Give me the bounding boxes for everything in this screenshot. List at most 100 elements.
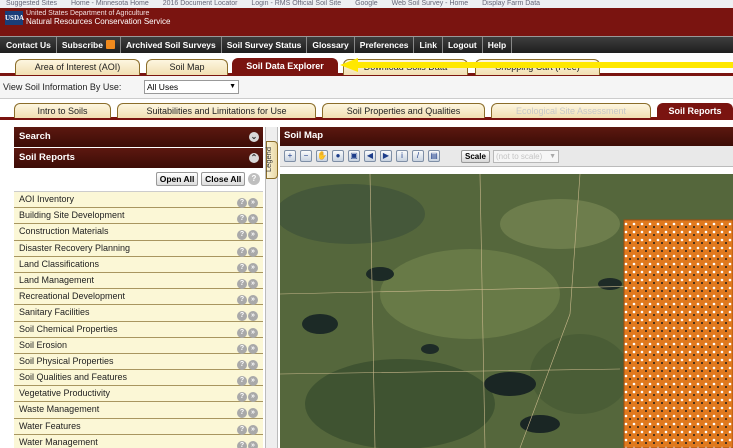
favorite-link[interactable]: Display Farm Data — [482, 0, 540, 8]
list-item[interactable]: Soil Chemical Properties?» — [14, 321, 263, 338]
collapse-icon[interactable]: ⌃ — [249, 153, 259, 163]
expand-icon[interactable]: » — [248, 262, 258, 273]
zoom-out-icon[interactable]: − — [300, 150, 312, 162]
map-canvas — [280, 174, 733, 448]
expand-icon[interactable]: » — [248, 295, 258, 306]
tab-soil-reports[interactable]: Soil Reports — [657, 103, 733, 118]
list-item[interactable]: Soil Erosion?» — [14, 337, 263, 354]
favorite-link[interactable]: Suggested Sites — [6, 0, 57, 8]
favorite-link[interactable]: Web Soil Survey - Home — [392, 0, 469, 8]
nav-archived-soil-surveys[interactable]: Archived Soil Surveys — [121, 37, 222, 53]
list-item[interactable]: Land Management?» — [14, 272, 263, 290]
help-icon[interactable]: ? — [237, 327, 247, 338]
expand-icon[interactable]: » — [248, 376, 258, 387]
nav-soil-survey-status[interactable]: Soil Survey Status — [222, 37, 308, 53]
open-all-button[interactable]: Open All — [155, 172, 199, 186]
measure-icon[interactable]: / — [412, 150, 424, 162]
expand-icon[interactable]: » — [248, 424, 258, 435]
nav-subscribe[interactable]: Subscribe — [57, 37, 121, 53]
expand-icon[interactable]: » — [248, 440, 258, 448]
back-arrow-icon[interactable]: ◀ — [364, 150, 376, 162]
expand-icon[interactable]: » — [248, 327, 258, 338]
help-icon[interactable]: ? — [237, 343, 247, 354]
expand-icon[interactable]: » — [248, 214, 258, 225]
previous-extent-icon[interactable]: ▣ — [348, 150, 360, 162]
nav-preferences[interactable]: Preferences — [355, 37, 415, 53]
tab-suitabilities-limitations[interactable]: Suitabilities and Limitations for Use — [117, 103, 316, 118]
favorite-link[interactable]: Google — [355, 0, 378, 8]
help-icon[interactable]: ? — [237, 262, 247, 273]
full-extent-icon[interactable]: ● — [332, 150, 344, 162]
expand-icon[interactable]: ⌄ — [249, 132, 259, 142]
usda-logo[interactable]: USDA — [5, 11, 24, 25]
expand-icon[interactable]: » — [248, 278, 258, 289]
tab-soil-data-explorer[interactable]: Soil Data Explorer — [232, 58, 338, 76]
expand-icon[interactable]: » — [248, 359, 258, 370]
scale-select: (not to scale) ▼ — [493, 150, 559, 163]
help-icon[interactable]: ? — [237, 198, 247, 208]
nav-logout[interactable]: Logout — [443, 37, 483, 53]
tab-intro-to-soils[interactable]: Intro to Soils — [14, 103, 111, 118]
tab-soil-properties-qualities[interactable]: Soil Properties and Qualities — [322, 103, 485, 118]
expand-icon[interactable]: » — [248, 392, 258, 403]
tab-area-of-interest[interactable]: Area of Interest (AOI) — [15, 59, 140, 75]
list-item[interactable]: Water Management?» — [14, 434, 263, 448]
soil-reports-list: AOI Inventory?» Building Site Developmen… — [14, 192, 263, 448]
expand-icon[interactable]: » — [248, 343, 258, 354]
scale-button[interactable]: Scale — [461, 150, 490, 163]
list-item[interactable]: Vegetative Productivity?» — [14, 386, 263, 403]
nav-link[interactable]: Link — [414, 37, 443, 53]
help-icon[interactable]: ? — [248, 173, 260, 185]
list-item[interactable]: Construction Materials?» — [14, 224, 263, 241]
forward-arrow-icon[interactable]: ▶ — [380, 150, 392, 162]
help-icon[interactable]: ? — [237, 214, 247, 225]
pan-hand-icon[interactable]: ✋ — [316, 150, 328, 162]
help-icon[interactable]: ? — [237, 295, 247, 306]
soil-reports-panel-header[interactable]: Soil Reports ⌃ — [14, 148, 263, 168]
list-item[interactable]: Land Classifications?» — [14, 256, 263, 273]
expand-icon[interactable]: » — [248, 198, 258, 208]
expand-icon[interactable]: » — [248, 230, 258, 241]
tab-soil-map[interactable]: Soil Map — [146, 59, 228, 75]
aoi-soil-polygons[interactable] — [624, 220, 733, 448]
satellite-map[interactable] — [280, 174, 733, 448]
report-label: Water Features — [19, 420, 81, 431]
nav-help[interactable]: Help — [483, 37, 513, 53]
help-icon[interactable]: ? — [237, 230, 247, 241]
nav-contact-us[interactable]: Contact Us — [0, 37, 57, 53]
print-icon[interactable]: ▤ — [428, 150, 440, 162]
help-icon[interactable]: ? — [237, 311, 247, 322]
help-icon[interactable]: ? — [237, 392, 247, 403]
expand-icon[interactable]: » — [248, 246, 258, 257]
help-icon[interactable]: ? — [237, 424, 247, 435]
list-item[interactable]: Soil Qualities and Features?» — [14, 370, 263, 387]
list-item[interactable]: Sanitary Facilities?» — [14, 305, 263, 322]
help-icon[interactable]: ? — [237, 440, 247, 448]
help-icon[interactable]: ? — [237, 246, 247, 257]
expand-icon[interactable]: » — [248, 408, 258, 419]
report-label: Sanitary Facilities — [19, 307, 90, 318]
help-icon[interactable]: ? — [237, 359, 247, 370]
help-icon[interactable]: ? — [237, 376, 247, 387]
view-by-use-select[interactable]: All Uses ▼ — [144, 80, 239, 94]
identify-icon[interactable]: i — [396, 150, 408, 162]
help-icon[interactable]: ? — [237, 278, 247, 289]
favorite-link[interactable]: Home - Minnesota Home — [71, 0, 149, 8]
help-icon[interactable]: ? — [237, 408, 247, 419]
zoom-in-icon[interactable]: + — [284, 150, 296, 162]
list-item[interactable]: Disaster Recovery Planning?» — [14, 240, 263, 257]
nav-glossary[interactable]: Glossary — [307, 37, 355, 53]
list-item[interactable]: Waste Management?» — [14, 402, 263, 419]
search-panel-header[interactable]: Search ⌄ — [14, 127, 263, 147]
expand-icon[interactable]: » — [248, 311, 258, 322]
list-item[interactable]: Recreational Development?» — [14, 289, 263, 306]
arrow-shaft — [354, 62, 733, 68]
list-item[interactable]: Soil Physical Properties?» — [14, 353, 263, 371]
favorite-link[interactable]: 2016 Document Locator — [163, 0, 238, 8]
list-item[interactable]: Building Site Development?» — [14, 208, 263, 225]
favorite-link[interactable]: Login - RMS Official Soil Site — [251, 0, 341, 8]
list-item[interactable]: AOI Inventory?» — [14, 192, 263, 209]
list-item[interactable]: Water Features?» — [14, 418, 263, 435]
close-all-button[interactable]: Close All — [201, 172, 246, 186]
legend-toggle[interactable]: Legend — [264, 141, 278, 179]
